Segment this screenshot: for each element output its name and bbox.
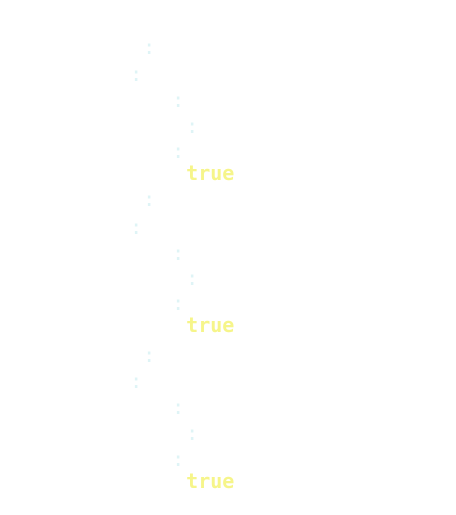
code-line: : true — [124, 270, 234, 336]
code-line: : — [124, 67, 184, 111]
code-line: : — [82, 41, 142, 85]
code-line: : — [138, 400, 198, 444]
code-line: : — [124, 374, 184, 418]
code-line: : — [95, 322, 155, 366]
code-view: : : : : : true : : : : : true : : : :: … — [0, 0, 456, 495]
code-line: : — [95, 14, 155, 58]
colon-token: : — [172, 447, 185, 471]
code-line: : — [82, 194, 142, 238]
code-line: : true — [124, 118, 234, 184]
boolean-value: true — [186, 161, 235, 185]
colon-token: : — [143, 343, 156, 367]
code-line: : true — [124, 426, 234, 492]
colon-token: : — [172, 139, 185, 163]
colon-token: : — [143, 187, 156, 211]
code-line: : — [138, 245, 198, 289]
colon-token: : — [172, 291, 185, 315]
boolean-value: true — [186, 313, 235, 337]
code-line: : — [138, 93, 198, 137]
colon-token: : — [143, 35, 156, 59]
code-line: : — [124, 220, 184, 264]
code-line: : — [95, 166, 155, 210]
code-line: : — [82, 348, 142, 392]
boolean-value: true — [186, 469, 235, 493]
